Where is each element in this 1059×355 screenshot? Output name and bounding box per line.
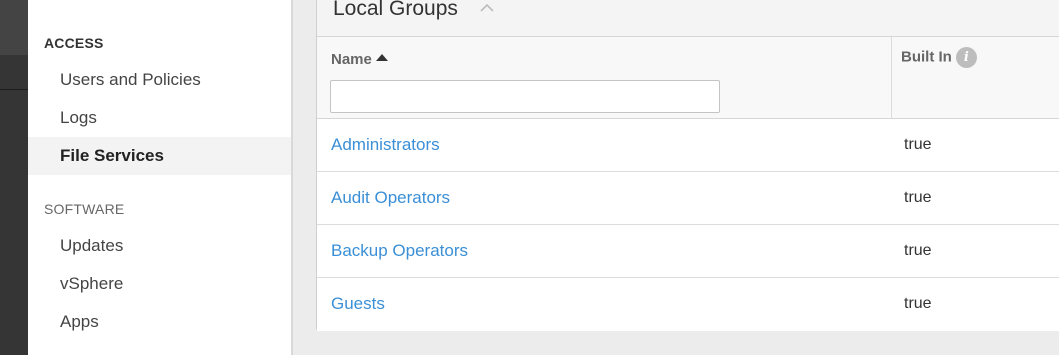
sidebar-border	[291, 0, 293, 355]
info-icon[interactable]: i	[955, 47, 977, 68]
table-header: Name Built In i	[317, 37, 1059, 119]
rail-top-block	[0, 0, 28, 55]
group-link-backup-operators[interactable]: Backup Operators	[331, 241, 468, 261]
sidebar-item-users-and-policies[interactable]: Users and Policies	[28, 61, 291, 99]
local-groups-panel: Local Groups Name Built In i Administrato…	[316, 0, 1059, 331]
table-row: Backup Operators true	[317, 225, 1059, 278]
built-in-value: true	[904, 295, 932, 312]
column-header-name-label: Name	[331, 51, 372, 68]
sort-ascending-icon	[375, 54, 388, 61]
table-row: Guests true	[317, 278, 1059, 331]
chevron-up-icon[interactable]	[480, 3, 494, 13]
sidebar-item-updates[interactable]: Updates	[28, 227, 291, 265]
table-row: Administrators true	[317, 119, 1059, 172]
panel-header[interactable]: Local Groups	[317, 0, 1059, 37]
section-title-access: ACCESS	[44, 35, 104, 51]
name-filter-input[interactable]	[330, 80, 720, 113]
column-header-name[interactable]: Name	[331, 51, 388, 68]
sidebar: ACCESS Users and Policies Logs File Serv…	[28, 0, 291, 355]
panel-title: Local Groups	[333, 0, 458, 20]
column-header-built-in-label: Built In	[901, 48, 952, 66]
built-in-value: true	[904, 189, 932, 206]
group-link-administrators[interactable]: Administrators	[331, 135, 440, 155]
built-in-value: true	[904, 242, 932, 259]
sidebar-item-apps[interactable]: Apps	[28, 303, 291, 341]
sidebar-item-file-services[interactable]: File Services	[28, 137, 291, 175]
section-title-software: SOFTWARE	[44, 201, 125, 217]
sidebar-item-logs[interactable]: Logs	[28, 99, 291, 137]
group-link-guests[interactable]: Guests	[331, 294, 385, 314]
left-rail	[0, 0, 28, 355]
column-header-built-in: Built In i	[901, 47, 977, 68]
app-root: ACCESS Users and Policies Logs File Serv…	[0, 0, 1059, 355]
column-divider	[891, 37, 892, 119]
rail-divider	[0, 89, 28, 90]
built-in-value: true	[904, 136, 932, 153]
sidebar-item-vsphere[interactable]: vSphere	[28, 265, 291, 303]
group-link-audit-operators[interactable]: Audit Operators	[331, 188, 450, 208]
table-row: Audit Operators true	[317, 172, 1059, 225]
